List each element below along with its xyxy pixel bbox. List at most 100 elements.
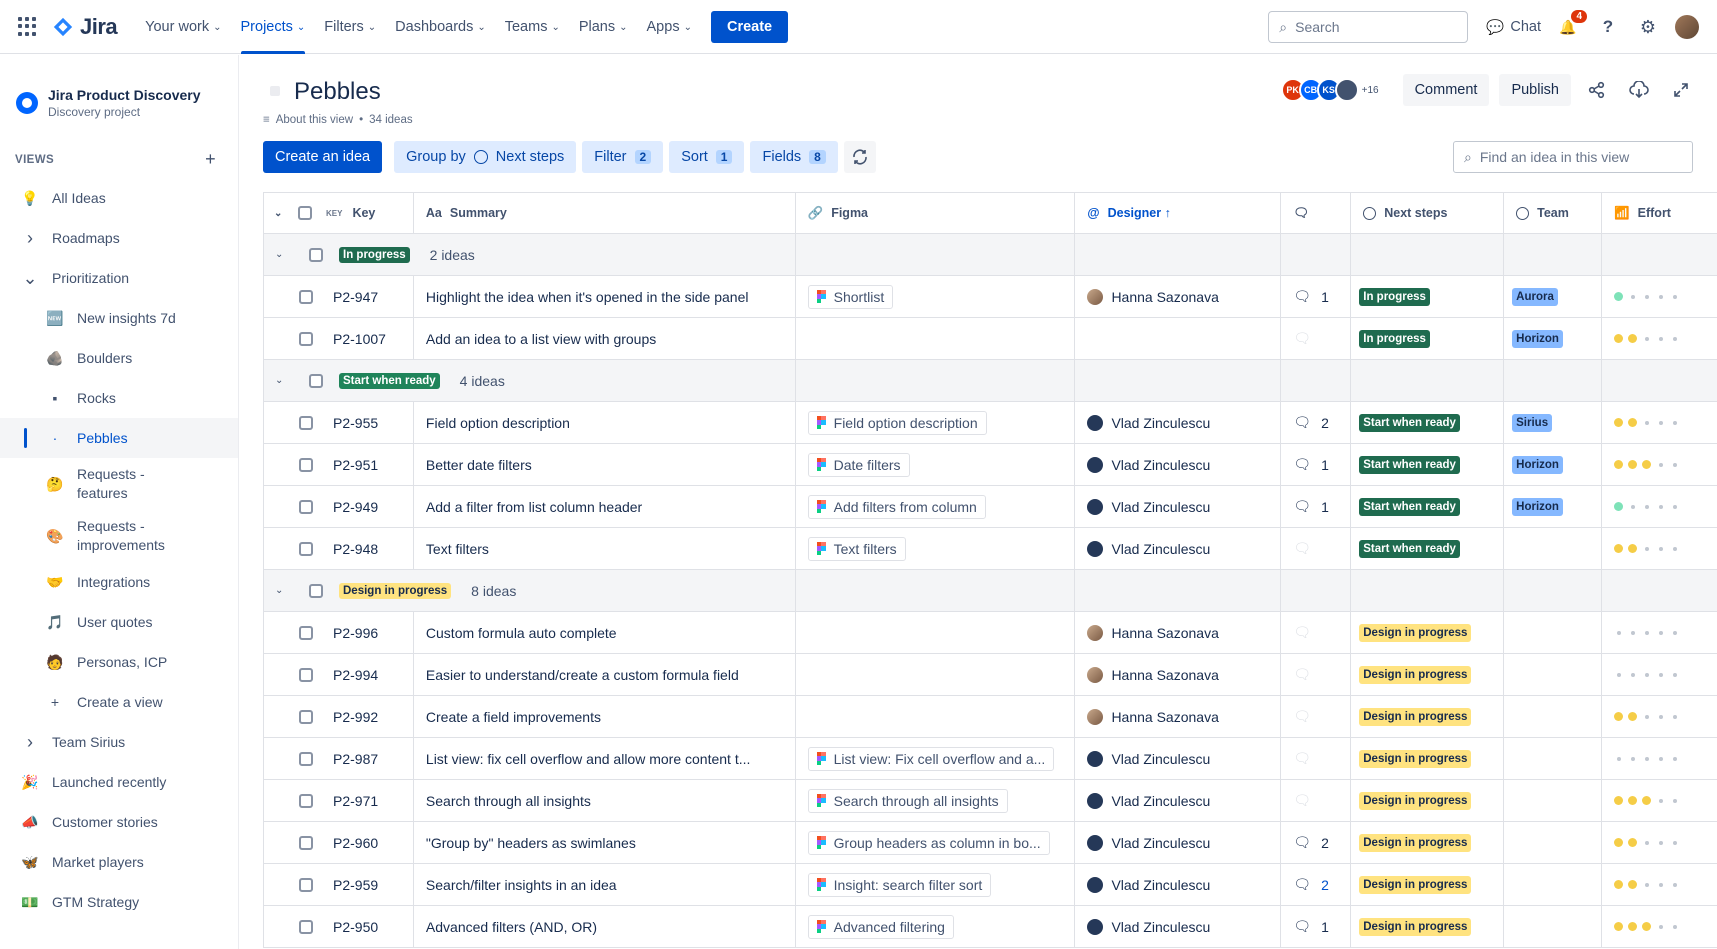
about-view[interactable]: ≡ About this view • 34 ideas [263, 114, 413, 126]
summary-cell[interactable]: Search through all insights [414, 780, 796, 821]
table-row[interactable]: P2-960 "Group by" headers as swimlanes Gro… [263, 822, 1717, 864]
row-checkbox[interactable] [299, 541, 313, 556]
publish-button[interactable]: Publish [1499, 74, 1571, 106]
designer-cell[interactable]: Vlad Zinculescu [1075, 486, 1282, 527]
designer-cell[interactable]: Vlad Zinculescu [1075, 780, 1282, 821]
team-cell[interactable]: Horizon [1504, 444, 1603, 485]
effort-cell[interactable] [1602, 780, 1717, 821]
next-steps-cell[interactable]: Start when ready [1351, 444, 1505, 485]
next-steps-cell[interactable]: Design in progress [1351, 696, 1505, 737]
chevron-down-icon[interactable]: ⌄ [275, 249, 289, 260]
figma-link-chip[interactable]: Group headers as column in bo... [807, 830, 1050, 855]
nav-item-dashboards[interactable]: Dashboards ⌄ [395, 0, 486, 54]
team-cell[interactable] [1504, 528, 1603, 569]
group-checkbox[interactable] [309, 247, 323, 262]
comments-cell[interactable]: 🗨 [1281, 654, 1352, 695]
sidebar-item-personas-icp[interactable]: 🧑 Personas, ICP [0, 642, 238, 682]
figma-cell[interactable]: Shortlist [796, 276, 1076, 317]
team-cell[interactable]: Horizon [1504, 318, 1603, 359]
effort-cell[interactable] [1602, 654, 1717, 695]
figma-link-chip[interactable]: Advanced filtering [807, 914, 954, 939]
table-row[interactable]: P2-948 Text filters Text filters Vlad Zincu… [263, 528, 1717, 570]
next-steps-cell[interactable]: In progress [1351, 318, 1505, 359]
sidebar-item-new-insights-7d[interactable]: 🆕 New insights 7d [0, 298, 238, 338]
table-row[interactable]: P2-955 Field option description Field opti… [263, 402, 1717, 444]
summary-cell[interactable]: Add a filter from list column header [414, 486, 796, 527]
team-cell[interactable] [1504, 906, 1603, 947]
designer-cell[interactable] [1075, 318, 1282, 359]
figma-cell[interactable]: Advanced filtering [796, 906, 1076, 947]
sidebar-item-launched-recently[interactable]: 🎉 Launched recently [0, 762, 238, 802]
team-cell[interactable] [1504, 654, 1603, 695]
sidebar-item-gtm-strategy[interactable]: 💵 GTM Strategy [0, 882, 238, 922]
sidebar-item-user-quotes[interactable]: 🎵 User quotes [0, 602, 238, 642]
table-row[interactable]: P2-947 Highlight the idea when it's opene… [263, 276, 1717, 318]
profile-avatar[interactable] [1675, 15, 1699, 39]
designer-cell[interactable]: Vlad Zinculescu [1075, 402, 1282, 443]
sidebar-item-boulders[interactable]: 🪨 Boulders [0, 338, 238, 378]
chevron-down-icon[interactable]: ⌄ [275, 585, 289, 596]
header-comments-column[interactable]: 🗨 [1281, 193, 1352, 233]
summary-cell[interactable]: Create a field improvements [414, 696, 796, 737]
header-team-column[interactable]: Team [1504, 193, 1603, 233]
sidebar-item-requests-features[interactable]: 🤔 Requests - features [0, 458, 238, 510]
next-steps-cell[interactable]: Start when ready [1351, 528, 1505, 569]
designer-cell[interactable]: Vlad Zinculescu [1075, 444, 1282, 485]
add-comment-icon[interactable]: 🗨 [1293, 330, 1311, 347]
row-checkbox[interactable] [299, 835, 313, 850]
effort-cell[interactable] [1602, 696, 1717, 737]
figma-cell[interactable] [796, 654, 1076, 695]
add-comment-icon[interactable]: 🗨 [1293, 540, 1311, 557]
sidebar-item-integrations[interactable]: 🤝 Integrations [0, 562, 238, 602]
header-effort-column[interactable]: 📶 Effort [1602, 193, 1717, 233]
header-summary-column[interactable]: Aa Summary [414, 193, 796, 233]
figma-link-chip[interactable]: Field option description [807, 410, 987, 435]
team-cell[interactable]: Aurora [1504, 276, 1603, 317]
comments-cell[interactable]: 🗨 1 [1281, 444, 1352, 485]
figma-cell[interactable]: Field option description [796, 402, 1076, 443]
summary-cell[interactable]: Add an idea to a list view with groups [414, 318, 796, 359]
designer-cell[interactable]: Vlad Zinculescu [1075, 864, 1282, 905]
team-cell[interactable] [1504, 696, 1603, 737]
row-checkbox[interactable] [299, 709, 313, 724]
row-checkbox[interactable] [299, 667, 313, 682]
comments-cell[interactable]: 🗨 2 [1281, 402, 1352, 443]
designer-cell[interactable]: Vlad Zinculescu [1075, 906, 1282, 947]
designer-cell[interactable]: Hanna Sazonava [1075, 276, 1282, 317]
table-row[interactable]: P2-996 Custom formula auto complete Hanna … [263, 612, 1717, 654]
next-steps-cell[interactable]: Design in progress [1351, 822, 1505, 863]
table-row[interactable]: P2-959 Search/filter insights in an idea I… [263, 864, 1717, 906]
summary-cell[interactable]: Advanced filters (AND, OR) [414, 906, 796, 947]
idea-key[interactable]: P2-959 [333, 877, 378, 893]
comments-cell[interactable]: 🗨 1 [1281, 906, 1352, 947]
comment-button[interactable]: Comment [1402, 74, 1490, 106]
team-cell[interactable] [1504, 822, 1603, 863]
figma-cell[interactable]: List view: Fix cell overflow and a... [796, 738, 1076, 779]
idea-key[interactable]: P2-992 [333, 709, 378, 725]
row-checkbox[interactable] [299, 331, 313, 346]
sidebar-item-rocks[interactable]: ▪ Rocks [0, 378, 238, 418]
figma-cell[interactable]: Date filters [796, 444, 1076, 485]
nav-item-apps[interactable]: Apps ⌄ [647, 0, 692, 54]
table-row[interactable]: P2-992 Create a field improvements Hanna S… [263, 696, 1717, 738]
next-steps-cell[interactable]: Start when ready [1351, 486, 1505, 527]
group-checkbox[interactable] [309, 583, 323, 598]
effort-cell[interactable] [1602, 486, 1717, 527]
idea-key[interactable]: P2-1007 [333, 331, 386, 347]
comments-cell[interactable]: 🗨 2 [1281, 864, 1352, 905]
idea-key[interactable]: P2-971 [333, 793, 378, 809]
summary-cell[interactable]: Field option description [414, 402, 796, 443]
row-checkbox[interactable] [299, 499, 313, 514]
idea-key[interactable]: P2-950 [333, 919, 378, 935]
comments-cell[interactable]: 🗨 [1281, 612, 1352, 653]
fields-button[interactable]: Fields 8 [750, 141, 838, 173]
idea-key[interactable]: P2-951 [333, 457, 378, 473]
figma-cell[interactable] [796, 318, 1076, 359]
table-row[interactable]: P2-971 Search through all insights Search … [263, 780, 1717, 822]
effort-cell[interactable] [1602, 822, 1717, 863]
find-idea-input[interactable]: ⌕ Find an idea in this view [1453, 141, 1693, 173]
row-checkbox[interactable] [299, 793, 313, 808]
sort-button[interactable]: Sort 1 [669, 141, 745, 173]
row-checkbox[interactable] [299, 751, 313, 766]
table-row[interactable]: P2-987 List view: fix cell overflow and a… [263, 738, 1717, 780]
